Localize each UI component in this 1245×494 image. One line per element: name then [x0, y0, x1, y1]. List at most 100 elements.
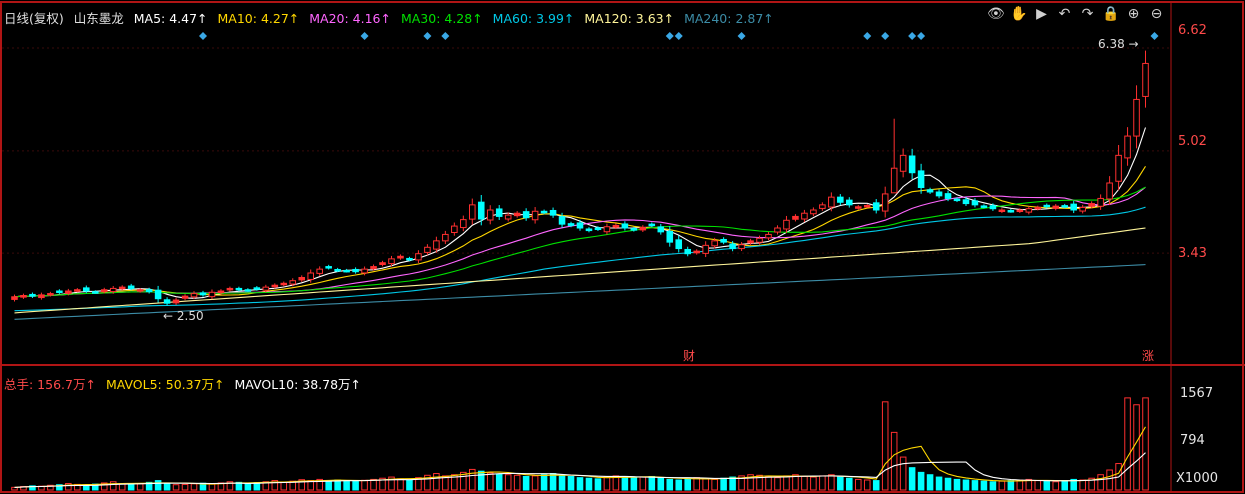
volume-bar — [208, 483, 216, 491]
zoom-in-icon[interactable]: ⊕ — [1125, 6, 1142, 23]
candle-body — [181, 295, 189, 299]
candle-body — [531, 210, 539, 221]
period-label[interactable]: 日线(复权) — [4, 11, 64, 26]
candle-body — [846, 199, 853, 206]
ma5-label: MA5: 4.47↑ — [133, 11, 208, 26]
ma10-label: MA10: 4.27↑ — [217, 11, 300, 26]
volume-bar — [863, 479, 871, 491]
candle-body — [154, 289, 162, 300]
candle-body — [899, 154, 907, 172]
volume-bar — [1079, 479, 1086, 491]
candle-body — [657, 226, 665, 233]
volume-legend: 总手: 156.7万↑ MAVOL5: 50.37万↑ MAVOL10: 38.… — [4, 374, 367, 393]
candle-body — [109, 287, 117, 293]
candle-body — [765, 233, 772, 239]
undo-icon[interactable]: ↶ — [1056, 6, 1073, 23]
candle-body — [271, 284, 279, 288]
candle-body — [442, 233, 449, 242]
volume-bar — [522, 475, 530, 491]
volume-tick-high: 1567 — [1180, 386, 1214, 401]
candle-body — [872, 202, 880, 211]
candle-body — [244, 289, 252, 292]
redo-icon[interactable]: ↷ — [1079, 6, 1096, 23]
financial-report-marker[interactable]: 财 — [683, 347, 695, 364]
volume-bar — [361, 479, 368, 491]
candle-body — [190, 293, 198, 298]
volume-bar — [433, 473, 440, 491]
volume-bar — [1061, 480, 1069, 491]
candle-body — [684, 248, 691, 255]
volume-bar — [594, 478, 602, 491]
candle-body — [20, 295, 27, 298]
candle-body — [1106, 182, 1113, 200]
candle-body — [1088, 203, 1095, 207]
volume-bar — [163, 483, 171, 491]
volume-bar — [504, 474, 512, 491]
ma120-label: MA120: 3.63↑ — [584, 11, 675, 26]
volume-bar — [531, 475, 539, 491]
volume-bar — [370, 478, 377, 491]
volume-bar — [989, 481, 997, 491]
volume-bar — [837, 476, 844, 491]
hand-icon[interactable]: ✋ — [1010, 6, 1027, 23]
volume-bar — [819, 475, 826, 491]
ma30-label: MA30: 4.28↑ — [400, 11, 483, 26]
price-legend: 日线(复权) 山东墨龙 MA5: 4.47↑ MA10: 4.27↑ MA20:… — [4, 8, 780, 27]
volume-bar — [711, 478, 718, 491]
volume-bar — [890, 431, 898, 491]
candle-body — [944, 193, 952, 199]
candle-body — [1016, 209, 1024, 212]
volume-bar — [603, 476, 611, 491]
candle-body — [998, 209, 1006, 212]
volume-bar — [962, 479, 970, 491]
mavol5-label: MAVOL5: 50.37万↑ — [105, 377, 225, 392]
eye-icon[interactable]: 👁 — [987, 6, 1005, 23]
candlestick-chart[interactable] — [0, 0, 1245, 494]
volume-bar — [1043, 480, 1051, 491]
candle-body — [917, 170, 925, 189]
candle-body — [334, 269, 341, 272]
volume-tick-mid: 794 — [1180, 433, 1205, 448]
candle-body — [1133, 98, 1140, 137]
volume-bar — [657, 477, 665, 491]
volume-bar — [469, 468, 476, 491]
volume-bar — [935, 476, 943, 491]
candle-body — [585, 228, 593, 232]
candle-body — [1142, 62, 1149, 97]
stock-name: 山东墨龙 — [73, 11, 124, 26]
candle-body — [460, 219, 467, 229]
play-icon[interactable]: ▶ — [1033, 6, 1050, 23]
mavol10-label: MAVOL10: 38.78万↑ — [234, 377, 362, 392]
candle-body — [406, 257, 413, 261]
candle-body — [702, 244, 709, 254]
volume-bar — [926, 474, 934, 491]
limit-up-marker[interactable]: 涨 — [1142, 347, 1154, 364]
volume-bar — [720, 477, 727, 491]
volume-bar — [1106, 469, 1113, 491]
candle-body — [91, 291, 99, 294]
candle-body — [1070, 203, 1077, 211]
candle-body — [953, 198, 961, 202]
volume-bar — [1097, 474, 1104, 491]
candle-body — [307, 272, 314, 280]
ma20-label: MA20: 4.16↑ — [309, 11, 391, 26]
candle-body — [513, 212, 521, 217]
candle-body — [127, 285, 135, 289]
volume-bar — [513, 474, 521, 491]
zoom-out-icon[interactable]: ⊖ — [1148, 6, 1165, 23]
candle-body — [289, 280, 297, 285]
candle-body — [298, 277, 306, 281]
candle-body — [693, 250, 700, 254]
candle-body — [352, 268, 359, 273]
candle-body — [980, 205, 988, 208]
candle-body — [567, 223, 575, 226]
lock-icon[interactable]: 🔒 — [1102, 6, 1119, 23]
volume-bar — [980, 480, 988, 491]
price-tick-high: 6.62 — [1178, 23, 1207, 38]
volume-bar — [648, 475, 656, 491]
volume-bar — [1052, 481, 1060, 491]
volume-bar — [172, 484, 180, 491]
volume-bar — [810, 476, 817, 491]
candle-body — [217, 290, 225, 294]
candle-body — [756, 237, 763, 243]
